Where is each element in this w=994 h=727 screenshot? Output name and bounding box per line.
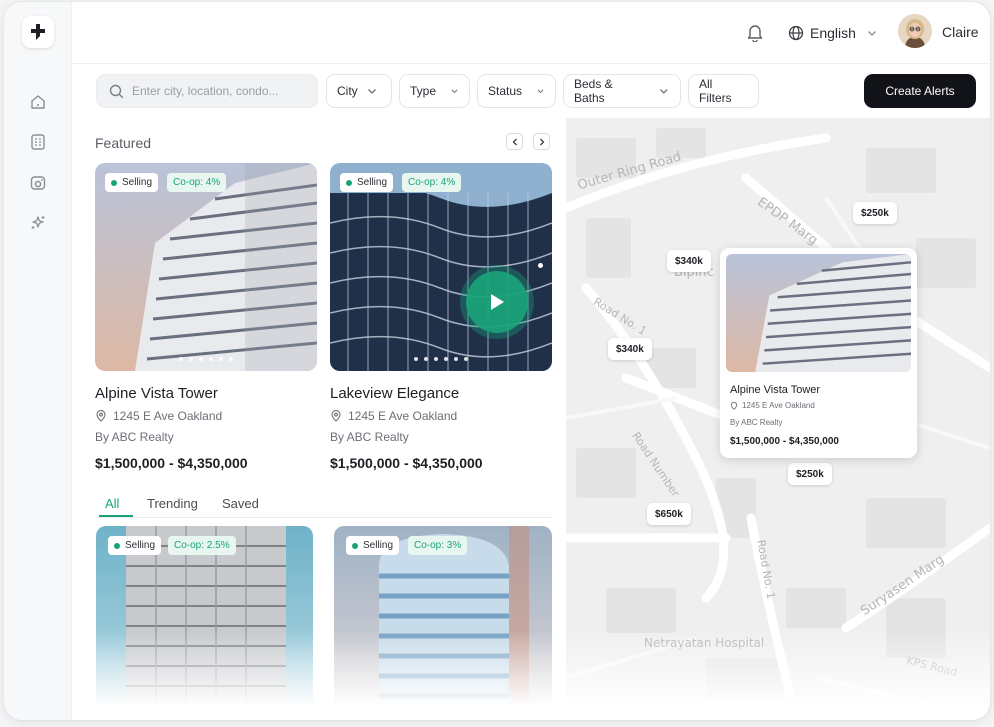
- home-icon[interactable]: [28, 92, 48, 112]
- chevron-down-icon: [367, 89, 376, 94]
- tab-saved[interactable]: Saved: [222, 496, 259, 511]
- chevron-down-icon: [451, 89, 458, 94]
- logo-icon: [31, 24, 45, 40]
- card-address: 1245 E Ave Oakland: [330, 409, 457, 423]
- coop-badge: Co-op: 4%: [167, 173, 227, 192]
- map-place-label: Netrayatan Hospital: [644, 636, 765, 650]
- price-pin[interactable]: $340k: [667, 250, 711, 272]
- sidebar: [4, 2, 72, 720]
- language-label: English: [810, 25, 856, 41]
- card-title[interactable]: Lakeview Elegance: [330, 385, 459, 402]
- filter-status[interactable]: Status: [477, 74, 556, 108]
- top-header: English Claire: [72, 2, 990, 64]
- card-price: $1,500,000 - $4,350,000: [330, 455, 483, 471]
- chevron-down-icon: [867, 31, 876, 36]
- coop-badge: Co-op: 4%: [402, 173, 462, 192]
- location-pin-icon: [730, 401, 738, 410]
- chevron-right-icon: [539, 138, 544, 145]
- sparkle-icon[interactable]: [28, 213, 48, 233]
- carousel-dots: [95, 357, 317, 361]
- camera-icon[interactable]: [28, 173, 48, 193]
- carousel-dots: [330, 357, 552, 361]
- coop-badge: Co-op: 2.5%: [168, 536, 236, 555]
- tab-trending[interactable]: Trending: [147, 496, 198, 511]
- price-pin[interactable]: $650k: [647, 503, 691, 525]
- status-badge: Selling: [340, 173, 394, 192]
- filter-type-label: Type: [410, 84, 437, 98]
- location-pin-icon: [331, 410, 341, 422]
- map-popup-card[interactable]: Alpine Vista Tower 1245 E Ave Oakland By…: [720, 248, 917, 458]
- carousel-indicator: [538, 263, 543, 268]
- featured-card-2-image[interactable]: Selling Co-op: 4%: [330, 163, 552, 371]
- play-button[interactable]: [466, 271, 528, 333]
- building-photo: [95, 163, 317, 371]
- globe-icon: [788, 25, 804, 41]
- prev-button[interactable]: [506, 133, 523, 150]
- chevron-down-icon: [660, 89, 669, 94]
- popup-agency: By ABC Realty: [730, 418, 783, 427]
- notification-bell-icon[interactable]: [746, 22, 766, 44]
- price-pin[interactable]: $340k: [608, 338, 652, 360]
- filter-city[interactable]: City: [326, 74, 392, 108]
- card-price: $1,500,000 - $4,350,000: [95, 455, 248, 471]
- filter-city-label: City: [337, 84, 358, 98]
- filter-beds-baths[interactable]: Beds & Baths: [563, 74, 681, 108]
- status-badge: Selling: [108, 536, 162, 555]
- status-badge: Selling: [105, 173, 159, 192]
- price-pin[interactable]: $250k: [788, 463, 832, 485]
- play-icon: [491, 294, 504, 310]
- building-photo: [334, 526, 552, 720]
- price-pin[interactable]: $250k: [853, 202, 897, 224]
- popup-title: Alpine Vista Tower: [730, 384, 821, 396]
- card-address: 1245 E Ave Oakland: [95, 409, 222, 423]
- building-photo: [330, 163, 552, 371]
- popup-price: $1,500,000 - $4,350,000: [730, 436, 839, 447]
- active-tab-indicator: [99, 515, 133, 517]
- create-alerts-button[interactable]: Create Alerts: [864, 74, 976, 108]
- filter-beds-baths-label: Beds & Baths: [574, 77, 613, 105]
- status-badge: Selling: [346, 536, 400, 555]
- filter-all-filters[interactable]: All Filters: [688, 74, 759, 108]
- avatar[interactable]: [898, 14, 932, 48]
- popup-image: [726, 254, 911, 372]
- search-input[interactable]: [132, 84, 292, 98]
- chevron-down-icon: [537, 89, 544, 94]
- app-logo[interactable]: [22, 16, 54, 48]
- filter-type[interactable]: Type: [399, 74, 470, 108]
- user-name[interactable]: Claire: [942, 24, 979, 40]
- search-box[interactable]: [96, 74, 318, 108]
- card-agency: By ABC Realty: [95, 430, 174, 444]
- featured-card-1-image[interactable]: Selling Co-op: 4%: [95, 163, 317, 371]
- building-photo: [96, 526, 313, 720]
- coop-badge: Co-op: 3%: [408, 536, 468, 555]
- search-icon: [109, 84, 124, 98]
- chevron-left-icon: [512, 138, 517, 145]
- card-agency: By ABC Realty: [330, 430, 409, 444]
- language-selector[interactable]: English: [788, 20, 878, 46]
- listing-card-2-image[interactable]: Selling Co-op: 3%: [334, 526, 552, 720]
- tab-all[interactable]: All: [105, 496, 119, 511]
- tabs-divider: [95, 517, 552, 518]
- location-pin-icon: [96, 410, 106, 422]
- card-title[interactable]: Alpine Vista Tower: [95, 385, 218, 402]
- building-photo: [726, 254, 911, 372]
- filter-all-label: All Filters: [699, 77, 732, 105]
- listing-card-1-image[interactable]: Selling Co-op: 2.5%: [96, 526, 313, 720]
- filter-status-label: Status: [488, 84, 523, 98]
- popup-address: 1245 E Ave Oakland: [730, 401, 815, 410]
- app-window: English Claire City Type Status Beds & B…: [4, 2, 990, 720]
- featured-heading: Featured: [95, 135, 152, 151]
- next-button[interactable]: [533, 133, 550, 150]
- building-icon[interactable]: [28, 132, 48, 152]
